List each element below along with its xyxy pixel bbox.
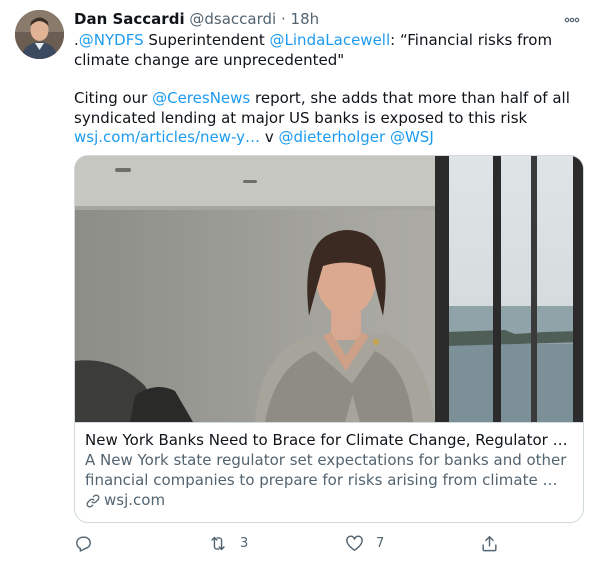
card-body[interactable]: New York Banks Need to Brace for Climate… [75,422,583,509]
avatar-photo [15,10,64,59]
mention-lindalacewell[interactable]: @LindaLacewell [270,31,391,49]
avatar[interactable] [15,10,64,59]
separator: · [280,10,286,28]
retweet-count: 3 [240,535,249,551]
mention-ceresnews[interactable]: @CeresNews [152,89,250,107]
retweet-icon [211,536,225,550]
text-segment: Superintendent [143,31,270,49]
link-icon [86,494,100,508]
share-icon [482,535,497,551]
card-domain: wsj.com [85,491,165,511]
author-name[interactable]: Dan Saccardi [74,10,185,28]
card-description: A New York state regulator set expectati… [85,451,567,489]
timestamp[interactable]: 18h [291,10,320,28]
text-prefix: Citing our [74,89,153,107]
reply-icon [76,535,91,552]
tweet-paragraph-1: .@NYDFS Superintendent @LindaLacewell: “… [74,31,584,70]
card-title[interactable]: New York Banks Need to Brace for Climate… [85,431,575,451]
more-options-icon[interactable] [562,9,582,29]
article-url-link[interactable]: wsj.com/articles/new-y… [74,128,260,146]
card-image[interactable] [75,156,583,422]
tweet-text: .@NYDFS Superintendent @LindaLacewell: “… [74,31,584,148]
share-button[interactable] [480,532,499,554]
mention-dieterholger[interactable]: @dieterholger [278,128,385,146]
retweet-button[interactable]: 3 [208,532,248,554]
author-handle[interactable]: @dsaccardi [189,10,276,28]
link-card[interactable]: New York Banks Need to Brace for Climate… [74,155,584,523]
mention-nydfs[interactable]: @NYDFS [79,31,144,49]
mention-wsj[interactable]: @WSJ [390,128,434,146]
reply-button[interactable] [74,532,93,554]
via-text: v [260,128,279,146]
like-button[interactable]: 7 [345,532,384,554]
heart-icon [346,535,363,551]
like-count: 7 [376,535,385,551]
tweet-header: Dan Saccardi @dsaccardi · 18h [74,9,584,29]
card-domain-text: wsj.com [104,491,166,509]
tweet-paragraph-2: Citing our @CeresNews report, she adds t… [74,89,584,148]
tweet-actions: 3 7 [74,532,584,554]
